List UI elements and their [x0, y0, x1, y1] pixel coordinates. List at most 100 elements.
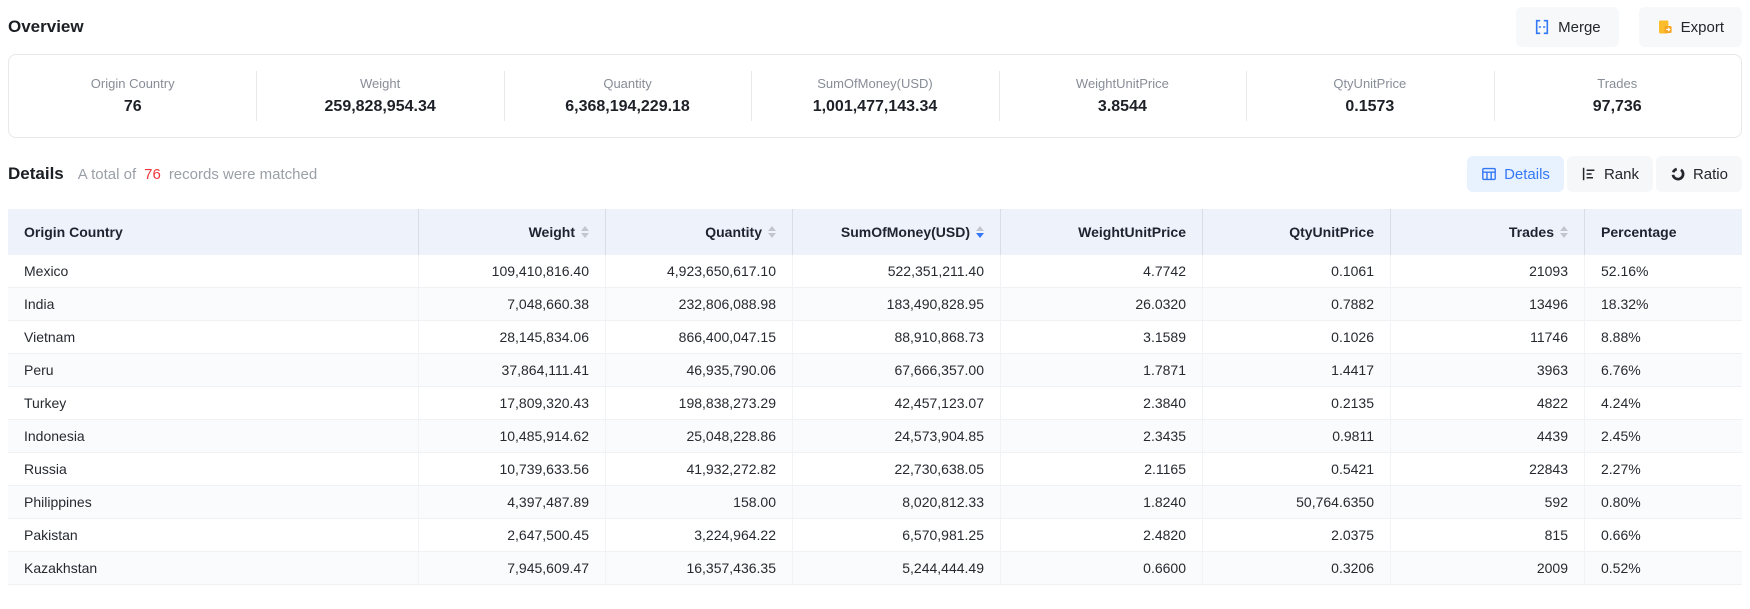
table-cell: 0.66%	[1585, 519, 1742, 551]
records-matched-suffix: records were matched	[169, 166, 317, 183]
stat-value: 259,828,954.34	[325, 98, 436, 116]
table-cell: 2.4820	[1001, 519, 1203, 551]
sort-carets-icon[interactable]	[1560, 226, 1568, 238]
stat-value: 0.1573	[1345, 98, 1394, 116]
table-cell: 67,666,357.00	[793, 354, 1001, 386]
stat-label: QtyUnitPrice	[1333, 76, 1406, 91]
column-header-weight[interactable]: Weight	[419, 209, 606, 255]
table-cell: 7,048,660.38	[419, 288, 606, 320]
sort-carets-icon[interactable]	[581, 226, 589, 238]
export-button[interactable]: Export	[1639, 7, 1742, 47]
table-cell: 2.27%	[1585, 453, 1742, 485]
column-header-quantity[interactable]: Quantity	[606, 209, 793, 255]
table-cell: 1.4417	[1203, 354, 1391, 386]
stat-card-trades: Trades 97,736	[1494, 55, 1741, 137]
merge-button[interactable]: Merge	[1516, 7, 1619, 47]
sort-carets-icon-active-desc[interactable]	[976, 226, 984, 238]
column-header-label: Weight	[529, 224, 575, 240]
table-cell: 4439	[1391, 420, 1585, 452]
table-cell: 10,739,633.56	[419, 453, 606, 485]
stat-label: Weight	[360, 76, 400, 91]
tab-details[interactable]: Details	[1467, 156, 1564, 192]
column-header-origin-country: Origin Country	[8, 209, 419, 255]
view-switcher: Details Rank Ratio	[1467, 156, 1742, 192]
table-cell: 42,457,123.07	[793, 387, 1001, 419]
tab-ratio[interactable]: Ratio	[1656, 156, 1742, 192]
table-cell: Peru	[8, 354, 419, 386]
table-cell: 8.88%	[1585, 321, 1742, 353]
table-cell: Mexico	[8, 255, 419, 287]
table-cell: 3963	[1391, 354, 1585, 386]
column-header-sum-of-money[interactable]: SumOfMoney(USD)	[793, 209, 1001, 255]
table-cell: 2.3435	[1001, 420, 1203, 452]
column-header-weight-unit-price: WeightUnitPrice	[1001, 209, 1203, 255]
stat-card-qty-unit-price: QtyUnitPrice 0.1573	[1246, 55, 1493, 137]
table-cell: 6.76%	[1585, 354, 1742, 386]
table-cell: 183,490,828.95	[793, 288, 1001, 320]
table-cell: 866,400,047.15	[606, 321, 793, 353]
table-grid-icon	[1481, 166, 1497, 182]
tab-ratio-label: Ratio	[1693, 166, 1728, 183]
stat-card-weight: Weight 259,828,954.34	[256, 55, 503, 137]
table-cell: 8,020,812.33	[793, 486, 1001, 518]
table-cell: 46,935,790.06	[606, 354, 793, 386]
table-cell: 88,910,868.73	[793, 321, 1001, 353]
merge-cells-icon	[1534, 19, 1550, 35]
column-header-trades[interactable]: Trades	[1391, 209, 1585, 255]
table-cell: 2.3840	[1001, 387, 1203, 419]
column-header-percentage: Percentage	[1585, 209, 1742, 255]
stat-value: 3.8544	[1098, 98, 1147, 116]
table-cell: 232,806,088.98	[606, 288, 793, 320]
table-row: Turkey17,809,320.43198,838,273.2942,457,…	[8, 387, 1742, 420]
table-cell: 109,410,816.40	[419, 255, 606, 287]
tab-rank[interactable]: Rank	[1567, 156, 1653, 192]
table-cell: 815	[1391, 519, 1585, 551]
table-cell: 21093	[1391, 255, 1585, 287]
table-cell: 158.00	[606, 486, 793, 518]
donut-chart-icon	[1670, 166, 1686, 182]
column-header-label: WeightUnitPrice	[1078, 224, 1186, 240]
table-row: Russia10,739,633.5641,932,272.8222,730,6…	[8, 453, 1742, 486]
overview-page: Overview Merge	[0, 0, 1750, 585]
stat-card-origin-country: Origin Country 76	[9, 55, 256, 137]
stat-value: 97,736	[1593, 98, 1642, 116]
tab-rank-label: Rank	[1604, 166, 1639, 183]
records-matched-prefix: A total of	[78, 166, 136, 183]
column-header-label: Percentage	[1601, 224, 1676, 240]
table-cell: 5,244,444.49	[793, 552, 1001, 584]
table-cell: 0.52%	[1585, 552, 1742, 584]
export-button-label: Export	[1681, 19, 1724, 36]
table-cell: 17,809,320.43	[419, 387, 606, 419]
stat-label: SumOfMoney(USD)	[817, 76, 933, 91]
table-cell: 2.0375	[1203, 519, 1391, 551]
table-row: Mexico109,410,816.404,923,650,617.10522,…	[8, 255, 1742, 288]
table-cell: 10,485,914.62	[419, 420, 606, 452]
table-cell: 522,351,211.40	[793, 255, 1001, 287]
table-row: Vietnam28,145,834.06866,400,047.1588,910…	[8, 321, 1742, 354]
column-header-label: Quantity	[705, 224, 762, 240]
table-cell: 41,932,272.82	[606, 453, 793, 485]
table-cell: 6,570,981.25	[793, 519, 1001, 551]
table-header-row: Origin Country Weight Quantity SumOfMone…	[8, 209, 1742, 255]
table-cell: 3,224,964.22	[606, 519, 793, 551]
table-row: Indonesia10,485,914.6225,048,228.8624,57…	[8, 420, 1742, 453]
table-cell: 0.5421	[1203, 453, 1391, 485]
table-cell: 50,764.6350	[1203, 486, 1391, 518]
topbar: Overview Merge	[8, 0, 1742, 42]
stat-value: 76	[124, 98, 142, 116]
table-cell: 2,647,500.45	[419, 519, 606, 551]
table-cell: 4.7742	[1001, 255, 1203, 287]
details-title: Details	[8, 164, 64, 184]
stat-card-sum-of-money: SumOfMoney(USD) 1,001,477,143.34	[751, 55, 998, 137]
sort-carets-icon[interactable]	[768, 226, 776, 238]
table-cell: Turkey	[8, 387, 419, 419]
topbar-actions: Merge Export	[1516, 7, 1742, 47]
table-cell: 0.1061	[1203, 255, 1391, 287]
page-title: Overview	[8, 17, 84, 37]
stat-label: Origin Country	[91, 76, 175, 91]
table-cell: Philippines	[8, 486, 419, 518]
stat-card-weight-unit-price: WeightUnitPrice 3.8544	[999, 55, 1246, 137]
table-cell: 4,397,487.89	[419, 486, 606, 518]
overview-stats-panel: Origin Country 76 Weight 259,828,954.34 …	[8, 54, 1742, 138]
tab-details-label: Details	[1504, 166, 1550, 183]
